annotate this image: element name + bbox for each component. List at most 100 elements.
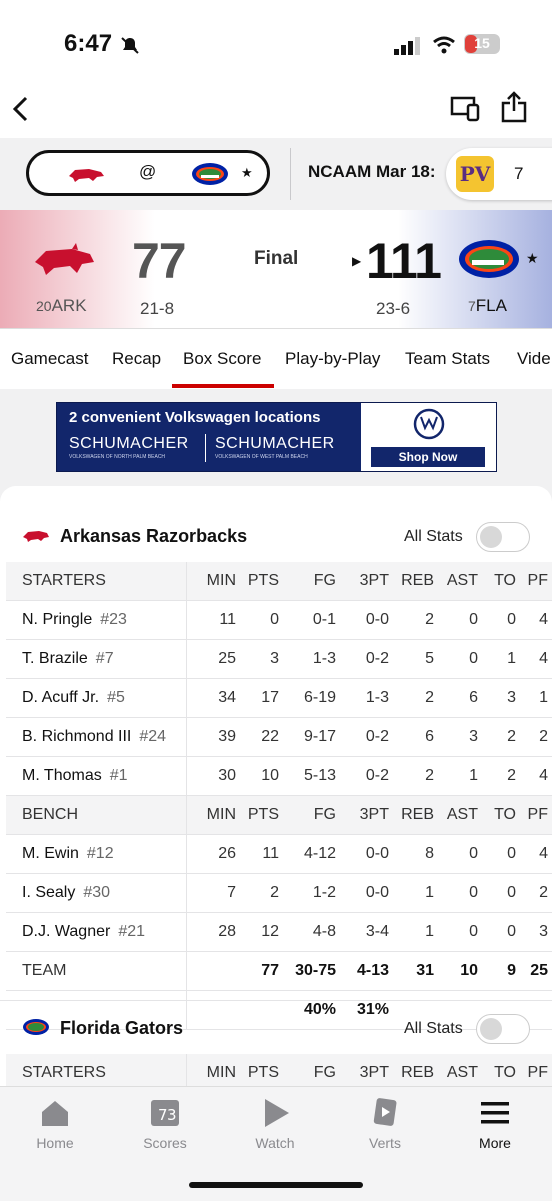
boxscore-card: Arkansas Razorbacks All Stats STARTERS M…: [0, 486, 552, 1093]
player-name[interactable]: D. Acuff Jr.: [22, 689, 99, 706]
stat-ast: 0: [434, 600, 478, 640]
team1-name: Arkansas Razorbacks: [60, 526, 248, 546]
player-name[interactable]: N. Pringle: [22, 611, 92, 628]
stat-pf: 3: [516, 912, 552, 952]
player-jersey: #23: [100, 611, 127, 628]
player-name-cell[interactable]: N. Pringle #23: [6, 600, 187, 640]
nav-scores-label: Scores: [143, 1135, 187, 1151]
arkansas-logo-icon: [69, 169, 104, 182]
stat-3pt: 3-4: [336, 912, 389, 952]
pct-3pt: 31%: [336, 990, 389, 1030]
col-to: TO: [478, 795, 516, 835]
stat-fg: 4-8: [279, 912, 336, 952]
col-pf: PF: [516, 795, 552, 835]
back-arrow-icon[interactable]: [10, 95, 32, 123]
other-game-card[interactable]: PV 7: [446, 148, 552, 200]
stat-pts: 3: [236, 639, 279, 679]
stat-fg: 1-3: [279, 639, 336, 679]
verts-icon: [373, 1098, 397, 1126]
tab-box-score[interactable]: Box Score: [183, 349, 261, 369]
player-name-cell[interactable]: M. Thomas #1: [6, 756, 187, 796]
total-3pt: 4-13: [336, 951, 389, 991]
player-row[interactable]: B. Richmond III #24 39 22 9-17 0-2 6 3 2 2: [6, 717, 552, 757]
stat-reb: 6: [389, 717, 434, 757]
col-pts: PTS: [236, 562, 279, 601]
ad-headline: 2 convenient Volkswagen locations: [69, 409, 321, 426]
player-name[interactable]: M. Thomas: [22, 767, 102, 784]
player-row[interactable]: M. Ewin #12 26 11 4-12 0-0 8 0 0 4: [6, 834, 552, 874]
top-nav: [0, 88, 552, 138]
stat-to: 0: [478, 873, 516, 913]
scoreboard-icon: 73: [151, 1100, 179, 1126]
stat-fg: 0-1: [279, 600, 336, 640]
possession-star-icon: ★: [241, 165, 253, 180]
cast-device-icon[interactable]: [450, 95, 482, 123]
player-name[interactable]: T. Brazile: [22, 650, 88, 667]
player-name-cell[interactable]: M. Ewin #12: [6, 834, 187, 874]
silent-bell-icon: [121, 37, 139, 54]
tab-recap[interactable]: Recap: [112, 349, 161, 369]
active-tab-indicator: [172, 384, 274, 388]
nav-more-label: More: [479, 1135, 511, 1151]
vw-logo-icon: [413, 408, 445, 440]
player-name[interactable]: D.J. Wagner: [22, 923, 110, 940]
current-matchup-pill[interactable]: @ ★: [26, 150, 270, 196]
away-team-label: 20ARK: [36, 296, 87, 316]
player-name-cell[interactable]: T. Brazile #7: [6, 639, 187, 679]
player-name[interactable]: I. Sealy: [22, 884, 75, 901]
player-name-cell[interactable]: D. Acuff Jr. #5: [6, 678, 187, 718]
home-indicator: [189, 1182, 363, 1188]
home-team-label: 7FLA: [468, 296, 507, 316]
strip-divider: [290, 148, 291, 200]
stat-pts: 2: [236, 873, 279, 913]
battery-icon: 15: [464, 34, 500, 54]
bench-label: BENCH: [6, 795, 187, 835]
tab-video[interactable]: Vide: [517, 349, 551, 369]
player-row[interactable]: N. Pringle #23 11 0 0-1 0-0 2 0 0 4: [6, 600, 552, 640]
player-name-cell[interactable]: B. Richmond III #24: [6, 717, 187, 757]
ad-cta-button[interactable]: Shop Now: [371, 447, 485, 467]
nav-watch-label: Watch: [255, 1135, 295, 1151]
possession-star-icon: ★: [526, 250, 539, 266]
player-row[interactable]: M. Thomas #1 30 10 5-13 0-2 2 1 2 4: [6, 756, 552, 796]
player-row[interactable]: I. Sealy #30 7 2 1-2 0-0 1 0 0 2: [6, 873, 552, 913]
stat-min: 28: [186, 912, 236, 952]
stat-min: 34: [186, 678, 236, 718]
player-name[interactable]: M. Ewin: [22, 845, 79, 862]
player-name-cell[interactable]: I. Sealy #30: [6, 873, 187, 913]
player-name-cell[interactable]: D.J. Wagner #21: [6, 912, 187, 952]
battery-level: 15: [474, 35, 490, 51]
stat-reb: 1: [389, 912, 434, 952]
stat-pf: 2: [516, 717, 552, 757]
player-row[interactable]: D. Acuff Jr. #5 34 17 6-19 1-3 2 6 3 1: [6, 678, 552, 718]
total-ast: 10: [434, 951, 478, 991]
tab-play-by-play[interactable]: Play-by-Play: [285, 349, 380, 369]
status-bar: 6:47 15: [0, 0, 552, 88]
ad-sub-1: VOLKSWAGEN OF NORTH PALM BEACH: [69, 454, 166, 460]
home-record: 23-6: [376, 299, 411, 318]
player-jersey: #30: [83, 884, 111, 901]
share-icon[interactable]: [500, 91, 528, 123]
starters-header-row: STARTERS MIN PTS FG 3PT REB AST TO PF: [6, 562, 552, 601]
away-rank: 20: [36, 298, 52, 314]
player-jersey: #21: [118, 923, 146, 940]
tab-gamecast[interactable]: Gamecast: [11, 349, 88, 369]
player-name[interactable]: B. Richmond III: [22, 728, 131, 745]
total-min: [186, 951, 236, 991]
team1-all-stats-toggle[interactable]: [476, 522, 530, 552]
ad-banner[interactable]: 2 convenient Volkswagen locations SCHUMA…: [56, 402, 497, 472]
stat-ast: 0: [434, 639, 478, 679]
team2-all-stats-toggle[interactable]: [476, 1014, 530, 1044]
game-tabs: Gamecast Recap Box Score Play-by-Play Te…: [0, 328, 552, 389]
at-symbol: @: [139, 162, 157, 181]
col-3pt: 3PT: [336, 795, 389, 835]
player-row[interactable]: D.J. Wagner #21 28 12 4-8 3-4 1 0 0 3: [6, 912, 552, 952]
player-row[interactable]: T. Brazile #7 25 3 1-3 0-2 5 0 1 4: [6, 639, 552, 679]
col-min: MIN: [186, 795, 236, 835]
col-ast: AST: [434, 795, 478, 835]
tab-team-stats[interactable]: Team Stats: [405, 349, 490, 369]
stat-pts: 22: [236, 717, 279, 757]
arkansas-logo-icon: [23, 531, 49, 542]
stat-min: 25: [186, 639, 236, 679]
game-status: Final: [254, 248, 299, 269]
